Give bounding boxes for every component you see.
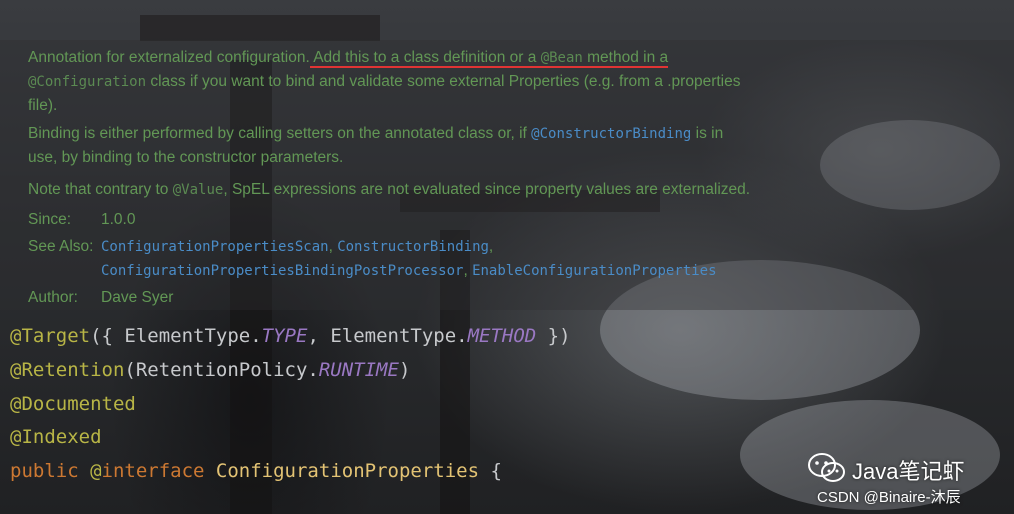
type-constant: TYPE — [261, 325, 308, 347]
constructor-binding-link[interactable]: @ConstructorBinding — [531, 126, 691, 142]
watermark-credit: CSDN @Binaire-沐辰 — [817, 489, 961, 506]
interface-keyword: interface — [101, 460, 205, 482]
documented-annotation: @Documented — [10, 393, 136, 415]
doc-paragraph-1: Annotation for externalized configuratio… — [28, 46, 740, 117]
see-also-link[interactable]: EnableConfigurationProperties — [472, 263, 716, 279]
doc-paragraph-3: Note that contrary to @Value, SpEL expre… — [28, 178, 750, 202]
method-constant: METHOD — [467, 325, 537, 347]
code-line-2: @Retention(RetentionPolicy.RUNTIME) — [10, 358, 410, 382]
code-text: ) — [398, 359, 411, 381]
doc-text: is in — [691, 125, 724, 142]
code-text: , ElementType. — [307, 325, 468, 347]
code-line-5: public @interface ConfigurationPropertie… — [10, 459, 502, 483]
doc-text: Binding is either performed by calling s… — [28, 125, 532, 142]
configuration-code: @Configuration — [28, 74, 147, 90]
open-brace: { — [479, 460, 502, 482]
code-text: }) — [536, 325, 571, 347]
wechat-icon — [808, 453, 845, 482]
author-row: Author: Dave Syer — [28, 286, 173, 309]
see-also-link[interactable]: ConfigurationPropertiesBindingPostProces… — [101, 263, 463, 279]
value-code: @Value — [172, 182, 224, 198]
see-also-row: See Also: ConfigurationPropertiesScan, Co… — [28, 235, 717, 283]
code-line-3: @Documented — [10, 392, 136, 416]
separator: , — [488, 238, 494, 255]
author-value: Dave Syer — [101, 289, 174, 306]
doc-paragraph-2: Binding is either performed by calling s… — [28, 122, 723, 169]
doc-text: , SpEL expressions are not evaluated sin… — [223, 181, 751, 198]
doc-text: class if you want to bind and validate s… — [146, 73, 741, 90]
code-text: (RetentionPolicy. — [124, 359, 319, 381]
runtime-constant: RUNTIME — [318, 359, 399, 381]
see-also-link[interactable]: ConfigurationPropertiesScan — [101, 239, 329, 255]
since-label: Since: — [28, 211, 72, 228]
highlighted-text-end: method in a — [582, 49, 669, 66]
indexed-annotation: @Indexed — [10, 426, 102, 448]
since-row: Since: 1.0.0 — [28, 208, 135, 231]
highlighted-text: Add this to a class definition or a — [309, 49, 541, 66]
code-line-4: @Indexed — [10, 425, 102, 449]
see-also-link[interactable]: ConstructorBinding — [337, 239, 489, 255]
bean-code: @Bean — [540, 50, 583, 66]
separator: , — [328, 238, 338, 255]
code-text: ({ ElementType. — [90, 325, 262, 347]
doc-text: Note that contrary to — [28, 181, 173, 198]
retention-annotation: @Retention — [10, 359, 125, 381]
documentation-popup: Annotation for externalized configuratio… — [0, 40, 1014, 310]
see-also-label: See Also: — [28, 238, 94, 255]
public-keyword: public — [10, 460, 79, 482]
doc-text: file). — [28, 97, 58, 114]
separator: , — [463, 262, 473, 279]
author-label: Author: — [28, 289, 78, 306]
highlighted-phrase: Add this to a class definition or a @Bea… — [309, 49, 669, 68]
code-line-1: @Target({ ElementType.TYPE, ElementType.… — [10, 324, 571, 348]
at-symbol: @ — [78, 460, 102, 482]
class-name: ConfigurationProperties — [204, 460, 480, 482]
target-annotation: @Target — [10, 325, 91, 347]
doc-text: use, by binding to the constructor param… — [28, 149, 344, 166]
watermark-brand: Java笔记虾 — [852, 459, 965, 484]
since-value: 1.0.0 — [101, 211, 136, 228]
torii-beam-top — [140, 15, 380, 41]
doc-summary: Annotation for externalized configuratio… — [28, 49, 310, 66]
